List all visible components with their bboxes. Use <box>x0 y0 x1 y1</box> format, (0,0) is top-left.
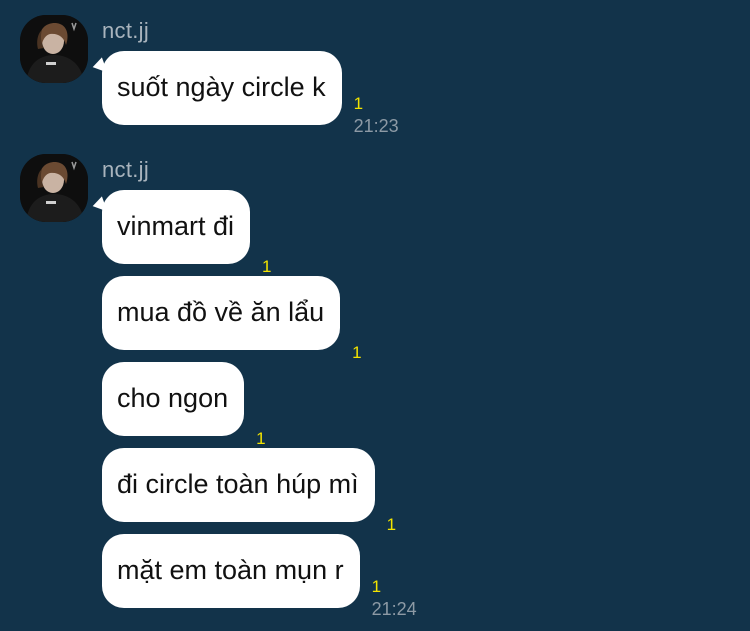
sender-avatar[interactable] <box>20 154 88 222</box>
sender-name: nct.jj <box>102 18 150 43</box>
message-bubble[interactable]: mặt em toàn mụn r <box>102 534 360 608</box>
read-count: 1 <box>353 94 364 113</box>
message-bubble[interactable]: đi circle toàn húp mì <box>102 448 375 522</box>
message-row: vinmart đi 1 <box>102 190 272 276</box>
read-count: 1 <box>256 429 266 448</box>
message-row: đi circle toàn húp mì 1 <box>102 448 396 534</box>
message-meta: 1 21:23 <box>354 95 399 137</box>
sender-name: nct.jj <box>102 157 150 182</box>
message-meta: 1 <box>352 344 361 362</box>
sender-avatar[interactable] <box>20 15 88 83</box>
read-count: 1 <box>352 343 362 362</box>
timestamp: 21:23 <box>353 116 399 136</box>
read-count: 1 <box>386 515 397 534</box>
message-row: cho ngon 1 <box>102 362 266 448</box>
message-meta: 1 <box>387 516 396 534</box>
message-bubble[interactable]: mua đồ về ăn lẩu <box>102 276 341 350</box>
message-meta: 1 <box>262 258 271 276</box>
message-meta: 1 <box>256 430 265 448</box>
profile-avatar-icon <box>20 15 88 83</box>
message-meta: 1 21:24 <box>372 578 417 620</box>
message-bubble[interactable]: suốt ngày circle k <box>102 51 342 125</box>
message-bubble[interactable]: cho ngon <box>102 362 245 436</box>
profile-avatar-icon <box>20 154 88 222</box>
message-row: suốt ngày circle k 1 21:23 <box>102 51 399 136</box>
read-count: 1 <box>262 257 272 276</box>
message-row: mua đồ về ăn lẩu 1 <box>102 276 362 362</box>
message-row: mặt em toàn mụn r 1 21:24 <box>102 534 417 619</box>
read-count: 1 <box>371 577 382 596</box>
timestamp: 21:24 <box>371 599 417 619</box>
message-bubble[interactable]: vinmart đi <box>102 190 251 264</box>
